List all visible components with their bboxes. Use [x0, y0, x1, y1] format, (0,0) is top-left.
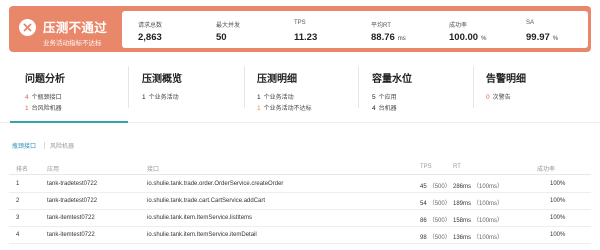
stat-value: 2,863 — [138, 32, 162, 43]
panel-alert-details[interactable]: 告警明细 0 次警告 — [486, 52, 586, 122]
stat-value: 88.76 ms — [371, 32, 406, 43]
cell-interface: io.shulie.tank.trade.order.OrderService.… — [147, 181, 284, 187]
active-panel-indicator — [10, 121, 128, 123]
cell-rank: 3 — [16, 215, 20, 221]
stat-value: 99.97% — [526, 32, 559, 43]
column-header: 排名 — [16, 167, 29, 173]
cell-interface: io.shulie.tank.item.ItemService.listItem… — [147, 215, 253, 221]
column-header: 应用 — [47, 167, 60, 173]
table-header: 排名 应用 接口 TPS RT 成功率 — [9, 161, 591, 175]
panel-divider — [358, 66, 359, 108]
panel-divider — [473, 66, 474, 108]
panel-divider — [128, 66, 129, 108]
table-row[interactable]: 4 tank-itemtest0722 io.shulie.tank.item.… — [9, 227, 591, 244]
panel-problem-analysis[interactable]: 问题分析 4 个瓶颈接口 1 台风险机器 — [25, 52, 125, 122]
stats-card: 请求总数 2,863 最大并发 50 TPS 11.23 平均RT 88.76 m… — [122, 11, 588, 48]
cell-success-rate: 100% — [550, 198, 566, 204]
summary-panels: 问题分析 4 个瓶颈接口 1 台风险机器 压测概览 1 个业务活动 压测明细 1 个业务… — [0, 52, 600, 122]
panel-line: 1 个业务活动不达标 — [257, 105, 312, 112]
panel-line: 1 个业务活动 — [142, 94, 179, 101]
cell-success-rate: 100% — [550, 215, 566, 221]
column-header: RT — [453, 164, 461, 170]
stat-label: 请求总数 — [138, 23, 163, 29]
cell-rt: 286ms （100ms） — [453, 184, 504, 190]
cell-rank: 2 — [16, 198, 20, 204]
result-subtitle: 业务活动指标不达标 — [43, 40, 102, 47]
cell-rt: 136ms （100ms） — [453, 235, 504, 241]
panel-line: 0 次警告 — [486, 94, 511, 101]
panel-divider — [244, 66, 245, 108]
tab-risk-machines[interactable]: 风险机器 — [50, 141, 74, 150]
stat-value: 100.00% — [449, 32, 487, 43]
panel-test-overview[interactable]: 压测概览 1 个业务活动 — [142, 52, 242, 122]
panel-title: 告警明细 — [486, 74, 526, 85]
cell-app: tank-tradetest0722 — [47, 198, 98, 204]
test-result-banner: 压测不通过 业务活动指标不达标 请求总数 2,863 最大并发 50 TPS 1… — [9, 6, 591, 52]
column-header: 成功率 — [537, 167, 556, 173]
cell-rt: 158ms （100ms） — [453, 218, 504, 224]
panel-line: 1 个业务活动 — [257, 94, 294, 101]
cell-app: tank-itemtest0722 — [47, 215, 95, 221]
cell-success-rate: 100% — [550, 232, 566, 238]
panel-title: 压测概览 — [142, 74, 182, 85]
table-row[interactable]: 2 tank-tradetest0722 io.shulie.tank.trad… — [9, 193, 591, 210]
tab-bottleneck-interfaces[interactable]: 瓶颈接口 — [12, 141, 36, 150]
result-title: 压测不通过 — [43, 21, 108, 35]
column-header: 接口 — [147, 167, 160, 173]
stat-label: 平均RT — [371, 23, 391, 29]
cell-tps: 86 （500） — [420, 218, 451, 224]
table-row[interactable]: 3 tank-itemtest0722 io.shulie.tank.item.… — [9, 210, 591, 227]
cell-app: tank-tradetest0722 — [47, 181, 98, 187]
panel-line: 4 个瓶颈接口 — [25, 94, 62, 101]
column-header: TPS — [420, 164, 432, 170]
cell-tps: 45 （500） — [420, 184, 451, 190]
table-row[interactable]: 1 tank-tradetest0722 io.shulie.tank.trad… — [9, 176, 591, 193]
cell-interface: io.shulie.tank.trade.cart.CartService.ad… — [147, 198, 266, 204]
cell-rt: 189ms （100ms） — [453, 201, 504, 207]
stat-label: TPS — [294, 20, 306, 26]
cell-rank: 4 — [16, 232, 20, 238]
cell-rank: 1 — [16, 181, 20, 187]
cell-tps: 98 （500） — [420, 235, 451, 241]
stat-label: 成功率 — [449, 23, 468, 29]
stat-value: 50 — [216, 32, 227, 43]
panel-title: 问题分析 — [25, 74, 65, 85]
tab-separator — [44, 142, 45, 149]
panel-title: 容量水位 — [372, 74, 412, 85]
panel-line: 5 个应用 — [372, 94, 397, 101]
panel-line: 4 台机器 — [372, 105, 397, 112]
stat-label: SA — [526, 20, 535, 26]
stat-value: 11.23 — [294, 32, 318, 43]
panel-title: 压测明细 — [257, 74, 297, 85]
close-icon — [19, 19, 36, 36]
cell-app: tank-itemtest0722 — [47, 232, 95, 238]
stat-label: 最大并发 — [216, 23, 241, 29]
panel-test-details[interactable]: 压测明细 1 个业务活动 1 个业务活动不达标 — [257, 52, 357, 122]
panel-capacity-level[interactable]: 容量水位 5 个应用 4 台机器 — [372, 52, 472, 122]
cell-interface: io.shulie.tank.item.ItemService.itemDeta… — [147, 232, 257, 238]
cell-tps: 54 （500） — [420, 201, 451, 207]
panel-line: 1 台风险机器 — [25, 105, 62, 112]
cell-success-rate: 100% — [550, 181, 566, 187]
